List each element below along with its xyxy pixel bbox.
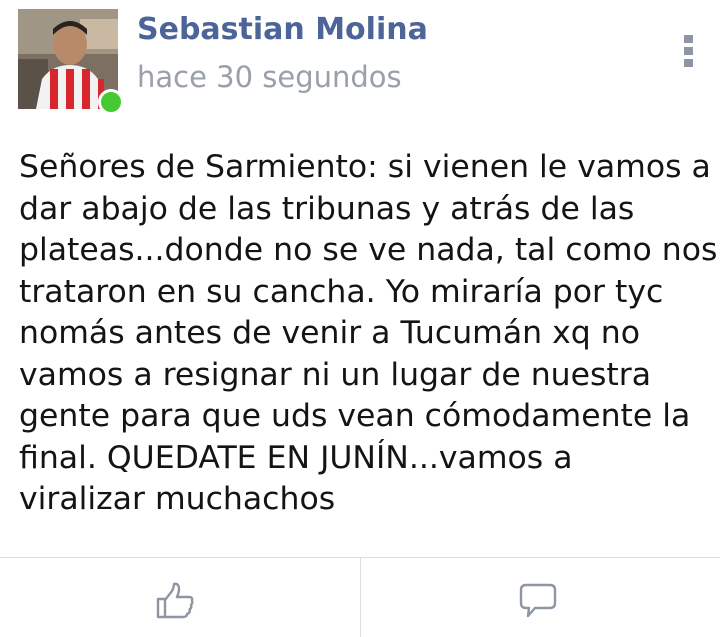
vertical-dots-icon [684, 35, 693, 43]
post-text-line: plateas...donde no se ve nada, tal como … [19, 232, 718, 268]
author-name[interactable]: Sebastian Molina [137, 12, 428, 47]
comment-button[interactable] [361, 558, 720, 636]
post-text-line: dar abajo de las tribunas y atrás de las [19, 190, 635, 227]
post-action-bar [0, 557, 720, 637]
post-text-line: final. QUEDATE EN JUNÍN...vamos a [19, 439, 573, 476]
vertical-dots-icon [684, 47, 693, 55]
more-options-button[interactable] [674, 30, 704, 70]
vertical-dots-icon [684, 59, 693, 67]
thumbs-up-icon [156, 582, 194, 619]
post-text-line: nomás antes de venir a Tucumán xq no [19, 315, 641, 351]
post-body-text: Señores de Sarmiento: si vienen le vamos… [19, 147, 718, 521]
post-text-line: vamos a resignar ni un lugar de nuestra [19, 356, 652, 393]
post-header: Sebastian Molina hace 30 segundos [0, 0, 720, 125]
post-text-line: viralizar muchachos [19, 481, 336, 517]
post-text-line: gente para que uds vean cómodamente la [19, 398, 691, 434]
post-text-line: trataron en su cancha. Yo miraría por ty… [19, 273, 664, 310]
post-text-line: Señores de Sarmiento: si vienen le vamos… [19, 149, 711, 185]
like-button[interactable] [0, 558, 360, 636]
author-avatar-container[interactable] [18, 9, 124, 115]
online-status-indicator [98, 89, 124, 115]
post-timestamp[interactable]: hace 30 segundos [137, 60, 402, 94]
speech-bubble-icon [519, 583, 557, 618]
